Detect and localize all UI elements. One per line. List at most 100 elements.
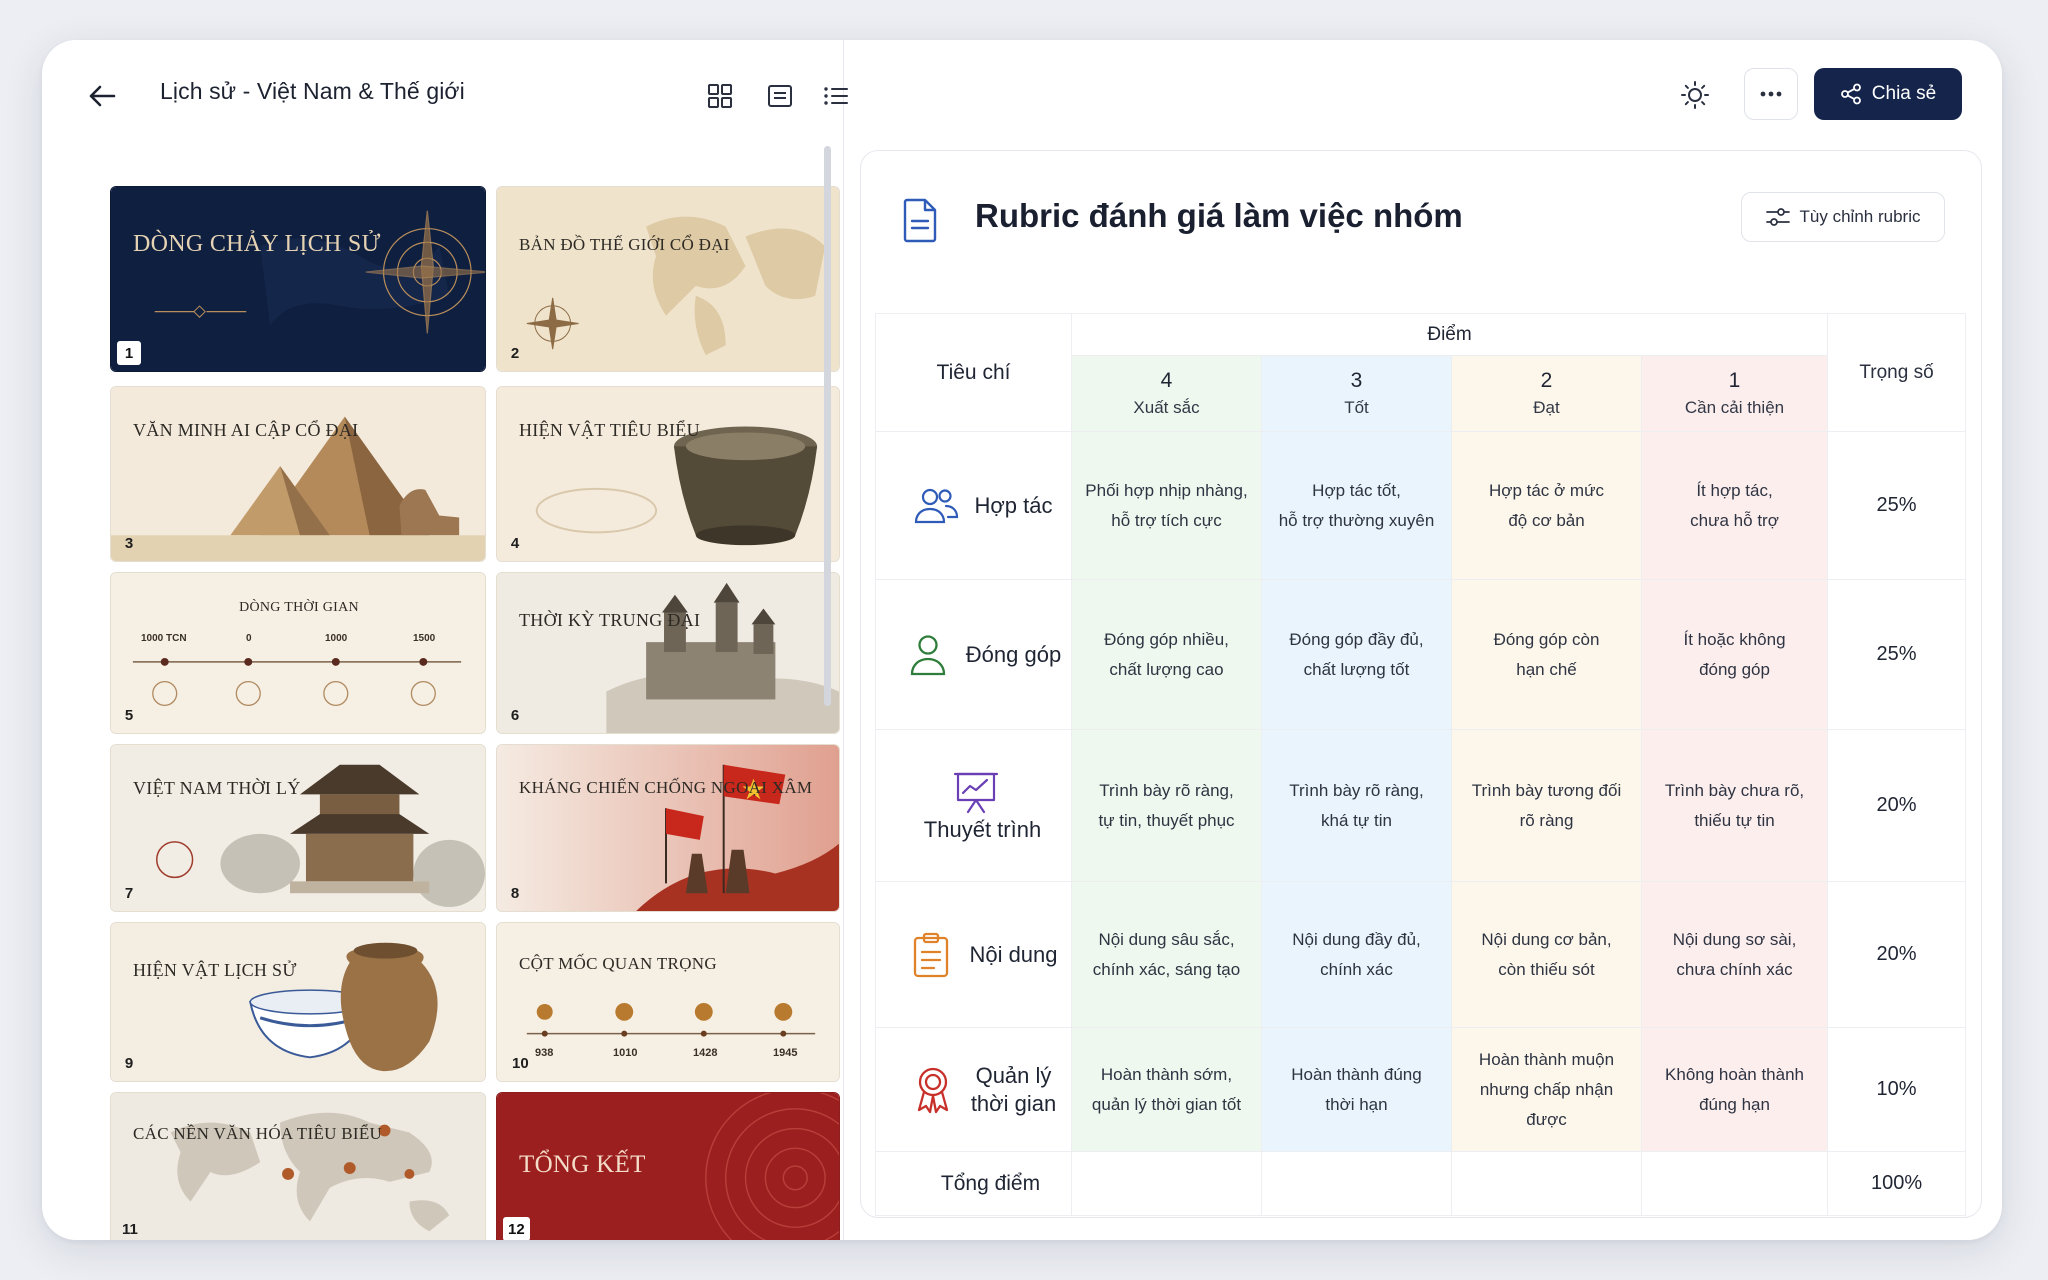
rubric-row-dong-gop: Đóng góp Đóng góp nhiều, chất lượng cao Đ… bbox=[875, 579, 1967, 730]
presentation-icon bbox=[953, 772, 998, 813]
share-label: Chia sẻ bbox=[1871, 83, 1937, 104]
descriptor-3: Trình bày rõ ràng, khá tự tin bbox=[1261, 729, 1452, 882]
slide-5-tick-2: 0 bbox=[246, 633, 252, 644]
slide-10-tick-3: 1428 bbox=[693, 1047, 718, 1059]
slide-6-background bbox=[497, 573, 839, 733]
slides-panel-header: Lịch sử - Việt Nam & Thế giới bbox=[42, 40, 848, 146]
slide-9-number: 9 bbox=[124, 1054, 134, 1072]
descriptor-4: Hoàn thành sớm, quản lý thời gian tốt bbox=[1071, 1027, 1262, 1152]
slides-panel: Lịch sử - Việt Nam & Thế giới DÒNG CHẢY … bbox=[42, 40, 848, 1240]
total-label: Tổng điểm bbox=[875, 1151, 1072, 1216]
slide-8-background bbox=[497, 745, 839, 911]
slide-2-title: BẢN ĐỒ THẾ GIỚI CỔ ĐẠI bbox=[519, 235, 730, 254]
share-icon bbox=[1840, 83, 1861, 105]
weight-header: Trọng số bbox=[1827, 313, 1967, 432]
slide-3-title: VĂN MINH AI CẬP CỔ ĐẠI bbox=[133, 420, 359, 440]
slide-thumbnail-2[interactable]: BẢN ĐỒ THẾ GIỚI CỔ ĐẠI 2 bbox=[496, 186, 840, 372]
total-cell-3[interactable] bbox=[1261, 1151, 1452, 1216]
slide-thumbnail-9[interactable]: HIỆN VẬT LỊCH SỬ 9 bbox=[110, 922, 486, 1082]
descriptor-4: Đóng góp nhiều, chất lượng cao bbox=[1071, 579, 1262, 730]
slide-view-icon bbox=[768, 85, 792, 107]
person-icon bbox=[910, 634, 945, 675]
criterion-cell: Thuyết trình bbox=[875, 729, 1072, 882]
slide-12-number: 12 bbox=[503, 1217, 530, 1240]
slide-thumbnail-5[interactable]: DÒNG THỜI GIAN 1000 TCN 0 1000 1500 5 bbox=[110, 572, 486, 734]
descriptor-3: Hoàn thành đúng thời hạn bbox=[1261, 1027, 1452, 1152]
slide-thumbnail-3[interactable]: VĂN MINH AI CẬP CỔ ĐẠI 3 bbox=[110, 386, 486, 562]
rubric-row-thuyet-trinh: Thuyết trình Trình bày rõ ràng, tự tin, t… bbox=[875, 729, 1967, 882]
slide-9-title: HIỆN VẬT LỊCH SỬ bbox=[133, 960, 297, 980]
level-header-2: 2 Đạt bbox=[1451, 355, 1642, 432]
slide-6-title: THỜI KỲ TRUNG ĐẠI bbox=[519, 610, 701, 630]
descriptor-1: Không hoàn thành đúng hạn bbox=[1640, 1027, 1829, 1152]
slide-10-tick-2: 1010 bbox=[613, 1047, 638, 1059]
descriptor-2: Hợp tác ở mức độ cơ bản bbox=[1451, 431, 1642, 580]
criteria-header: Tiêu chí bbox=[875, 313, 1072, 432]
more-options-button[interactable] bbox=[1744, 68, 1798, 120]
slide-10-tick-4: 1945 bbox=[773, 1047, 798, 1059]
slide-10-tick-1: 938 bbox=[535, 1047, 554, 1059]
weight-cell: 25% bbox=[1827, 579, 1967, 730]
content-panel: Chia sẻ Rubric đánh giá làm việc nhóm Tù… bbox=[844, 40, 2002, 1240]
descriptor-2: Trình bày tương đối rõ ràng bbox=[1451, 729, 1642, 882]
total-cell-2[interactable] bbox=[1451, 1151, 1642, 1216]
rubric-row-quan-ly-thoi-gian: Quản lý thời gian Hoàn thành sớm, quản lý … bbox=[875, 1027, 1967, 1152]
app-window: Lịch sử - Việt Nam & Thế giới DÒNG CHẢY … bbox=[42, 40, 2002, 1240]
slide-8-number: 8 bbox=[510, 884, 520, 902]
rubric-table: Tiêu chí Điểm Trọng số 4 Xuất sắc 3 Tốt 2Đ… bbox=[875, 313, 1967, 1216]
slides-scrollbar[interactable] bbox=[824, 146, 831, 706]
rubric-total-row: Tổng điểm 100% bbox=[875, 1151, 1967, 1216]
slide-thumbnail-6[interactable]: THỜI KỲ TRUNG ĐẠI 6 bbox=[496, 572, 840, 734]
descriptor-2: Hoàn thành muộn nhưng chấp nhận được bbox=[1451, 1027, 1642, 1152]
slide-5-tick-3: 1000 bbox=[325, 633, 348, 644]
grid-view-button[interactable] bbox=[700, 76, 740, 116]
slide-11-background bbox=[111, 1093, 485, 1240]
back-button[interactable] bbox=[80, 74, 124, 118]
weight-cell: 10% bbox=[1827, 1027, 1967, 1152]
rubric-title: Rubric đánh giá làm việc nhóm bbox=[975, 197, 1463, 234]
slide-thumbnail-1[interactable]: DÒNG CHẢY LỊCH SỬ 1 bbox=[110, 186, 486, 372]
descriptor-1: Trình bày chưa rõ, thiếu tự tin bbox=[1640, 729, 1829, 882]
slide-4-background bbox=[497, 387, 839, 561]
descriptor-3: Hợp tác tốt, hỗ trợ thường xuyên bbox=[1261, 431, 1452, 580]
document-icon bbox=[903, 198, 937, 243]
total-cell-1[interactable] bbox=[1640, 1151, 1829, 1216]
slide-5-title: DÒNG THỜI GIAN bbox=[239, 600, 359, 615]
descriptor-4: Trình bày rõ ràng, tự tin, thuyết phục bbox=[1071, 729, 1262, 882]
customize-rubric-label: Tùy chỉnh rubric bbox=[1799, 207, 1921, 226]
slide-1-number: 1 bbox=[117, 341, 141, 365]
slide-2-number: 2 bbox=[510, 344, 520, 362]
slide-thumbnail-7[interactable]: VIỆT NAM THỜI LÝ 7 bbox=[110, 744, 486, 912]
weight-cell: 20% bbox=[1827, 729, 1967, 882]
theme-toggle-button[interactable] bbox=[1674, 74, 1716, 116]
level-header-4: 4 Xuất sắc bbox=[1071, 355, 1262, 432]
slide-5-tick-1: 1000 TCN bbox=[141, 633, 187, 644]
deck-title: Lịch sử - Việt Nam & Thế giới bbox=[160, 78, 465, 104]
award-ribbon-icon bbox=[917, 1067, 948, 1113]
slide-view-button[interactable] bbox=[760, 76, 800, 116]
slide-thumbnail-12[interactable]: TỔNG KẾT 12 bbox=[496, 1092, 840, 1240]
share-button[interactable]: Chia sẻ bbox=[1814, 68, 1962, 120]
total-cell-4[interactable] bbox=[1071, 1151, 1262, 1216]
level-header-3: 3 Tốt bbox=[1261, 355, 1452, 432]
descriptor-1: Nội dung sơ sài, chưa chính xác bbox=[1640, 881, 1829, 1028]
descriptor-2: Đóng góp còn hạn chế bbox=[1451, 579, 1642, 730]
customize-rubric-button[interactable]: Tùy chỉnh rubric bbox=[1741, 192, 1945, 242]
slide-6-number: 6 bbox=[510, 706, 520, 724]
slide-8-title: KHÁNG CHIẾN CHỐNG NGOẠI XÂM bbox=[519, 778, 813, 797]
slide-thumbnail-10[interactable]: CỘT MỐC QUAN TRỌNG 938 1010 1428 1945 10 bbox=[496, 922, 840, 1082]
slide-5-number: 5 bbox=[124, 706, 134, 724]
slide-10-number: 10 bbox=[512, 1054, 529, 1072]
slide-11-number: 11 bbox=[122, 1220, 138, 1238]
slide-thumbnail-8[interactable]: KHÁNG CHIẾN CHỐNG NGOẠI XÂM 8 bbox=[496, 744, 840, 912]
slide-4-number: 4 bbox=[510, 534, 520, 552]
descriptor-2: Nội dung cơ bản, còn thiếu sót bbox=[1451, 881, 1642, 1028]
more-icon bbox=[1760, 91, 1782, 97]
slide-thumbnail-11[interactable]: CÁC NỀN VĂN HÓA TIÊU BIỂU 11 bbox=[110, 1092, 486, 1240]
slide-thumbnail-4[interactable]: HIỆN VẬT TIÊU BIỂU 4 bbox=[496, 386, 840, 562]
sliders-icon bbox=[1765, 208, 1790, 226]
rubric-row-hop-tac: Hợp tác Phối hợp nhịp nhàng, hỗ trợ tích … bbox=[875, 431, 1967, 580]
slide-2-background bbox=[497, 187, 839, 371]
slide-11-title: CÁC NỀN VĂN HÓA TIÊU BIỂU bbox=[133, 1124, 383, 1143]
descriptor-4: Phối hợp nhịp nhàng, hỗ trợ tích cực bbox=[1071, 431, 1262, 580]
